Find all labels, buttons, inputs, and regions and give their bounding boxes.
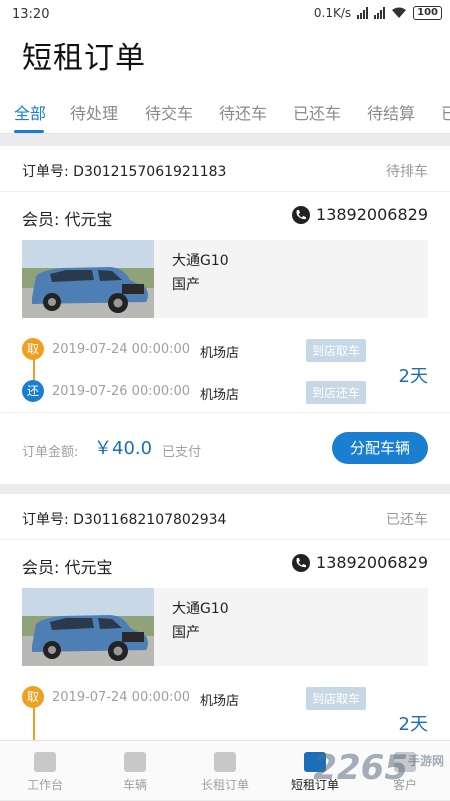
order-number: 订单号: D3012157061921183 — [22, 164, 227, 180]
page-header: 短租订单 — [0, 30, 450, 86]
timeline-connector — [33, 706, 35, 740]
phone-number: 13892006829 — [316, 553, 428, 572]
tab-awaiting-return[interactable]: 待还车 — [219, 100, 267, 124]
order-card-header: 订单号: D3011682107802934 已还车 — [0, 494, 450, 540]
tab-pending[interactable]: 待处理 — [70, 100, 118, 124]
workbench-icon — [34, 752, 56, 772]
pickup-store: 机场店 — [200, 346, 240, 361]
watermark-logo: 2265手游网 — [313, 748, 444, 788]
order-status: 待排车 — [386, 164, 428, 180]
status-bar: 13:20 0.1K/s 100 — [0, 0, 450, 30]
order-card-header: 订单号: D3012157061921183 待排车 — [0, 146, 450, 192]
order-tabs: 全部 待处理 待交车 待还车 已还车 待结算 已 — [0, 86, 450, 134]
member-name: 会员: 代元宝 — [22, 210, 113, 229]
rental-days: 2天 — [398, 714, 428, 735]
pickup-date: 2019-07-24 00:00:00 — [52, 690, 191, 705]
tab-awaiting-settlement[interactable]: 待结算 — [367, 100, 415, 124]
phone-number: 13892006829 — [316, 205, 428, 224]
member-phone[interactable]: 13892006829 — [292, 553, 428, 572]
car-icon — [124, 752, 146, 772]
tab-awaiting-delivery[interactable]: 待交车 — [145, 100, 193, 124]
watermark-text: 2265 — [313, 748, 408, 788]
status-time: 13:20 — [12, 7, 50, 22]
signal-icon — [357, 7, 369, 19]
order-list: 订单号: D3012157061921183 待排车 会员: 代元宝 13892… — [0, 146, 450, 770]
member-row: 会员: 代元宝 13892006829 — [0, 192, 450, 240]
payment-status: 已支付 — [162, 445, 202, 460]
long-rent-icon — [214, 752, 236, 772]
wifi-icon — [392, 7, 407, 18]
car-photo — [22, 240, 154, 318]
order-footer: 订单金额: ￥40.0 已支付 分配车辆 — [0, 412, 450, 484]
status-indicators: 0.1K/s 100 — [314, 6, 442, 20]
battery-icon: 100 — [413, 6, 442, 20]
nav-label: 长租订单 — [200, 778, 249, 792]
nav-label: 车辆 — [122, 778, 147, 792]
member-row: 会员: 代元宝 13892006829 — [0, 540, 450, 588]
order-status: 已还车 — [386, 512, 428, 528]
car-info: 大通G10 国产 — [22, 240, 428, 318]
nav-long-rent-orders[interactable]: 长租订单 — [180, 741, 270, 801]
car-info: 大通G10 国产 — [22, 588, 428, 666]
pickup-badge: 取 — [22, 338, 44, 360]
pickup-badge: 取 — [22, 686, 44, 708]
network-speed: 0.1K/s — [313, 6, 352, 20]
car-photo — [22, 588, 154, 666]
watermark-sub: 手游网 — [407, 754, 444, 768]
phone-icon — [292, 205, 311, 224]
pickup-store: 机场店 — [200, 694, 240, 709]
amount-label: 订单金额: — [22, 445, 79, 460]
rental-timeline: 取 2019-07-24 00:00:00 机场店 到店取车 还 2019-07… — [0, 318, 450, 412]
order-number: 订单号: D3011682107802934 — [22, 512, 227, 528]
pickup-tag: 到店取车 — [306, 339, 367, 362]
tab-returned[interactable]: 已还车 — [293, 100, 341, 124]
car-model: 大通G10 — [172, 601, 229, 617]
rental-days: 2天 — [398, 366, 428, 387]
tab-all[interactable]: 全部 — [14, 100, 46, 124]
return-date: 2019-07-26 00:00:00 — [52, 384, 191, 399]
car-origin: 国产 — [172, 277, 200, 293]
nav-workbench[interactable]: 工作台 — [0, 741, 90, 801]
car-origin: 国产 — [172, 625, 200, 641]
active-tab-indicator — [14, 130, 44, 133]
return-badge: 还 — [22, 380, 44, 402]
signal-icon-2 — [374, 7, 386, 19]
pickup-date: 2019-07-24 00:00:00 — [52, 342, 191, 357]
assign-vehicle-button[interactable]: 分配车辆 — [332, 432, 428, 464]
member-phone[interactable]: 13892006829 — [292, 205, 428, 224]
nav-label: 工作台 — [26, 778, 63, 792]
return-store: 机场店 — [200, 388, 240, 403]
page-title: 短租订单 — [22, 41, 146, 76]
order-card[interactable]: 订单号: D3012157061921183 待排车 会员: 代元宝 13892… — [0, 146, 450, 484]
pickup-tag: 到店取车 — [306, 687, 367, 710]
order-card[interactable]: 订单号: D3011682107802934 已还车 会员: 代元宝 13892… — [0, 494, 450, 760]
order-amount: ￥40.0 — [94, 438, 153, 459]
member-name: 会员: 代元宝 — [22, 558, 113, 577]
return-tag: 到店还车 — [306, 381, 367, 404]
nav-vehicles[interactable]: 车辆 — [90, 741, 180, 801]
phone-icon — [292, 553, 311, 572]
tab-more[interactable]: 已 — [441, 100, 450, 124]
car-model: 大通G10 — [172, 253, 229, 269]
